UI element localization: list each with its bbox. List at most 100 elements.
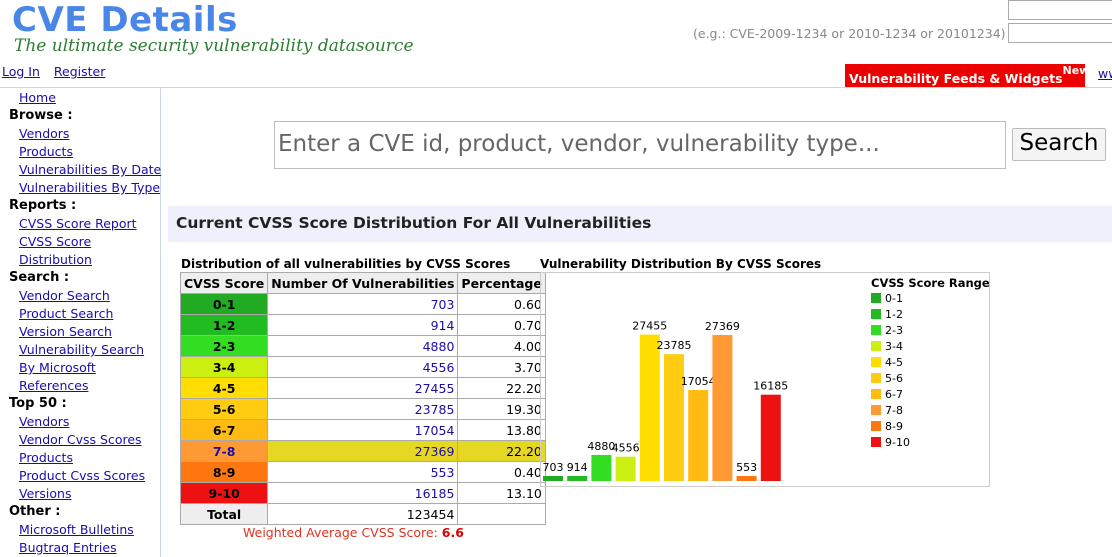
account-links: Log In Register: [2, 64, 115, 79]
register-link[interactable]: Register: [54, 64, 105, 79]
col-percentage: Percentage: [457, 272, 546, 294]
total-pct: [457, 503, 546, 525]
count-link[interactable]: 17054: [415, 423, 455, 438]
table-row: 0-1 703 0.60: [179, 293, 546, 315]
search-button[interactable]: Search: [1012, 128, 1106, 161]
count-link[interactable]: 703: [431, 297, 455, 312]
table-title: Distribution of all vulnerabilities by C…: [181, 257, 511, 271]
total-label: Total: [179, 503, 269, 525]
weighted-value: 6.6: [441, 525, 464, 540]
sidebar-item-product-cvss[interactable]: Product Cvss Scores: [0, 467, 160, 485]
total-value: 123454: [267, 503, 459, 525]
login-link[interactable]: Log In: [2, 64, 40, 79]
sidebar-item-vendor-cvss[interactable]: Vendor Cvss Scores: [0, 431, 160, 449]
legend-swatch: [871, 437, 881, 447]
table-row: 9-10 16185 13.10: [179, 482, 546, 504]
chart-bar: [760, 394, 781, 481]
table-row: 7-8 27369 22.20: [179, 440, 546, 462]
pct-cell: 4.00: [457, 335, 546, 357]
chart-bar: [591, 454, 612, 481]
table-row: 1-2 914 0.70: [179, 314, 546, 336]
sidebar-item-product-search[interactable]: Product Search: [0, 305, 160, 323]
legend-swatch: [871, 325, 881, 335]
sidebar-item-cvss-report[interactable]: CVSS Score Report: [0, 215, 160, 233]
count-cell: 16185: [267, 482, 459, 504]
header-divider: [0, 87, 1112, 88]
count-link[interactable]: 4880: [423, 339, 455, 354]
cve-id-input[interactable]: [1008, 0, 1112, 20]
sidebar-item-references[interactable]: References: [0, 377, 160, 395]
score-cell: 1-2: [179, 314, 269, 336]
bar-value-label: 27455: [632, 320, 667, 333]
count-link[interactable]: 23785: [415, 402, 455, 417]
count-cell: 4880: [267, 335, 459, 357]
main-search-input[interactable]: Enter a CVE id, product, vendor, vulnera…: [274, 121, 1006, 169]
count-cell: 27369: [267, 440, 459, 462]
sidebar-item-version-search[interactable]: Version Search: [0, 323, 160, 341]
sidebar-home[interactable]: Home: [0, 89, 160, 107]
sidebar-item-bugtraq[interactable]: Bugtraq Entries: [0, 539, 160, 557]
legend-label: 3-4: [885, 340, 903, 353]
chart-bar: [567, 476, 588, 481]
legend-swatch: [871, 373, 881, 383]
pct-cell: 3.70: [457, 356, 546, 378]
truncated-link[interactable]: ww: [1098, 66, 1112, 81]
section-title: Current CVSS Score Distribution For All …: [168, 206, 1112, 242]
legend-swatch: [871, 293, 881, 303]
count-cell: 4556: [267, 356, 459, 378]
table-row: 2-3 4880 4.00: [179, 335, 546, 357]
pct-cell: 22.20: [457, 377, 546, 399]
new-badge: New: [1062, 64, 1090, 77]
sidebar-item-ms-bulletins[interactable]: Microsoft Bulletins: [0, 521, 160, 539]
score-cell: 0-1: [179, 293, 269, 315]
sidebar-item-vulns-by-date[interactable]: Vulnerabilities By Date: [0, 161, 161, 179]
table-row: 8-9 553 0.40: [179, 461, 546, 483]
site-logo[interactable]: CVE Details: [12, 0, 238, 40]
legend-swatch: [871, 389, 881, 399]
count-link[interactable]: 27369: [415, 444, 455, 459]
chart-bar: [712, 335, 733, 481]
sidebar-item-vulnerability-search[interactable]: Vulnerability Search: [0, 341, 160, 359]
sidebar-item-vendor-search[interactable]: Vendor Search: [0, 287, 160, 305]
sidebar-item-top-vendors[interactable]: Vendors: [0, 413, 160, 431]
chart-bar: [688, 390, 709, 481]
weighted-label: Weighted Average CVSS Score:: [243, 525, 438, 540]
pct-cell: 13.80: [457, 419, 546, 441]
feeds-widgets-button[interactable]: Vulnerability Feeds & WidgetsNew: [845, 64, 1089, 87]
chart-svg: 703 9144880455627455237851705427369553161…: [543, 276, 997, 481]
legend-swatch: [871, 421, 881, 431]
col-cvss-score: CVSS Score: [179, 272, 269, 294]
count-cell: 27455: [267, 377, 459, 399]
count-link[interactable]: 914: [431, 318, 455, 333]
legend-label: 2-3: [885, 324, 903, 337]
bar-value-label: 703: [543, 461, 564, 474]
legend-label: 0-1: [885, 292, 903, 305]
legend-label: 9-10: [885, 436, 910, 449]
sidebar-item-cvss-score[interactable]: CVSS Score: [0, 233, 160, 251]
sidebar-item-by-microsoft[interactable]: By Microsoft: [0, 359, 160, 377]
sidebar-item-top-products[interactable]: Products: [0, 449, 160, 467]
count-link[interactable]: 553: [431, 465, 455, 480]
legend-label: 1-2: [885, 308, 903, 321]
table-row: 3-4 4556 3.70: [179, 356, 546, 378]
count-link[interactable]: 27455: [415, 381, 455, 396]
sidebar-item-vulns-by-type[interactable]: Vulnerabilities By Type: [0, 179, 160, 197]
bar-value-label: 914: [567, 461, 588, 474]
sidebar-item-distribution[interactable]: Distribution: [0, 251, 160, 269]
table-row: 6-7 17054 13.80: [179, 419, 546, 441]
sidebar-item-vendors[interactable]: Vendors: [0, 125, 160, 143]
search-hint: (e.g.: CVE-2009-1234 or 2010-1234 or 201…: [693, 26, 1006, 41]
pct-cell: 0.70: [457, 314, 546, 336]
score-cell: 8-9: [179, 461, 269, 483]
chart-bar: [639, 334, 660, 481]
score-cell: 4-5: [179, 377, 269, 399]
bar-value-label: 23785: [657, 339, 692, 352]
pct-cell: 13.10: [457, 482, 546, 504]
cve-search-input[interactable]: [1008, 23, 1112, 43]
count-link[interactable]: 16185: [415, 486, 455, 501]
sidebar-item-versions[interactable]: Versions: [0, 485, 160, 503]
count-link[interactable]: 4556: [423, 360, 455, 375]
pct-cell: 19.30: [457, 398, 546, 420]
sidebar-item-products[interactable]: Products: [0, 143, 160, 161]
feeds-label: Vulnerability Feeds & Widgets: [849, 71, 1063, 87]
